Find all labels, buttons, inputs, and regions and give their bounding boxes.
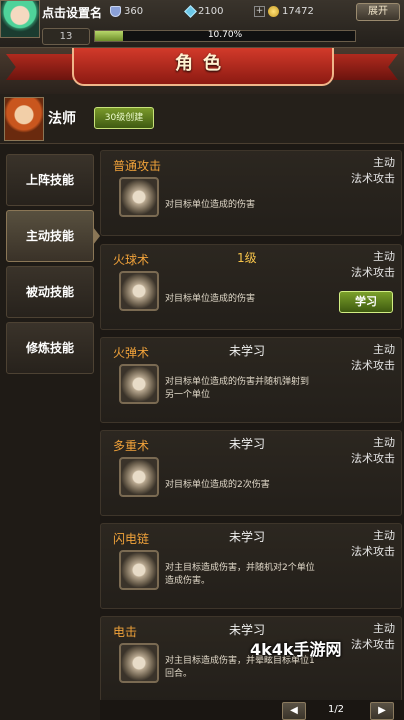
prev-page-button[interactable]: ◀ [282, 702, 306, 720]
top-status-bar: 点击设置名 360 2100 + 17472 展开 13 10.70% [0, 0, 404, 48]
skill-list[interactable]: 普通攻击 主动 法术攻击 对目标单位造成的伤害 火球术 1级 主动 法术攻击 对… [100, 144, 404, 720]
tab-label: 上阵技能 [25, 173, 74, 187]
skill-level: 1级 [237, 251, 257, 265]
skill-type-damage: 法术攻击 [351, 359, 395, 372]
skill-status: 未学习 [229, 530, 266, 544]
skill-type: 主动 法术攻击 [351, 435, 395, 467]
skill-category-tabs: 上阵技能 主动技能 被动技能 修炼技能 [0, 144, 100, 720]
skill-icon[interactable] [119, 177, 159, 217]
skill-name: 电击 [113, 625, 138, 639]
expand-button[interactable]: 展开 [356, 3, 400, 21]
skill-name: 火球术 [113, 253, 150, 267]
skill-description: 对目标单位造成的2次伤害 [165, 480, 270, 490]
banner-ribbon-right [328, 54, 398, 80]
skill-type-mode: 主动 [373, 250, 395, 263]
skill-type-damage: 法术攻击 [351, 545, 395, 558]
skill-card[interactable]: 普通攻击 主动 法术攻击 对目标单位造成的伤害 [100, 150, 402, 236]
add-coin-button[interactable]: + [254, 6, 265, 17]
skill-type-mode: 主动 [373, 436, 395, 449]
xp-text: 10.70% [207, 30, 243, 40]
skill-type-damage: 法术攻击 [351, 172, 395, 185]
skill-type-mode: 主动 [373, 156, 395, 169]
player-avatar[interactable] [0, 0, 40, 38]
coin-value: 17472 [282, 6, 314, 17]
skill-status: 未学习 [229, 437, 266, 451]
hero-class-name: 法师 [48, 111, 76, 127]
hero-row: 法师 30级创建 [0, 94, 404, 144]
skill-card[interactable]: 火球术 1级 主动 法术攻击 对目标单位造成的伤害 学习 [100, 244, 402, 330]
skill-name: 火弹术 [113, 346, 150, 360]
skill-type: 主动 法术攻击 [351, 528, 395, 560]
skill-card[interactable]: 多重术 未学习 主动 法术攻击 对目标单位造成的2次伤害 [100, 430, 402, 516]
tab-passive-skills[interactable]: 被动技能 [6, 266, 94, 318]
xp-bar: 10.70% [94, 30, 356, 42]
tab-active-skills[interactable]: 主动技能 [6, 210, 100, 262]
player-name[interactable]: 点击设置名 [42, 4, 102, 21]
skill-icon[interactable] [119, 550, 159, 590]
title-banner-area: 角色 [0, 48, 404, 94]
coin-resource: + 17472 [254, 6, 314, 17]
skill-name: 普通攻击 [113, 159, 162, 173]
player-level: 13 [42, 28, 90, 45]
tab-training-skills[interactable]: 修炼技能 [6, 322, 94, 374]
create-level-button[interactable]: 30级创建 [94, 107, 154, 129]
skill-card[interactable]: 火弹术 未学习 主动 法术攻击 对目标单位造成的伤害并随机弹射到另一个单位 [100, 337, 402, 423]
gem-value: 2100 [198, 6, 224, 17]
skill-icon[interactable] [119, 457, 159, 497]
pager-bar: ◀ 1/2 ▶ [100, 700, 404, 720]
page-indicator: 1/2 [327, 704, 345, 715]
hero-portrait[interactable] [4, 97, 44, 141]
skill-type: 主动 法术攻击 [351, 621, 395, 653]
skill-type-mode: 主动 [373, 622, 395, 635]
skill-card[interactable]: 闪电链 未学习 主动 法术攻击 对主目标造成伤害，并随机对2个单位造成伤害。 [100, 523, 402, 609]
skill-description: 对主目标造成伤害，并随机对2个单位造成伤害。 [165, 563, 315, 586]
tab-lineup-skills[interactable]: 上阵技能 [6, 154, 94, 206]
banner-ribbon-left [6, 54, 76, 80]
gem-resource: 2100 [184, 5, 224, 18]
skill-type: 主动 法术攻击 [351, 155, 395, 187]
page-title: 角色 [72, 48, 334, 86]
skill-status: 未学习 [229, 344, 266, 358]
site-watermark: 4k4k手游网 [250, 640, 342, 659]
skill-name: 多重术 [113, 439, 150, 453]
skill-type-damage: 法术攻击 [351, 266, 395, 279]
skill-icon[interactable] [119, 271, 159, 311]
coin-icon [268, 6, 279, 17]
shield-resource: 360 [110, 6, 143, 17]
learn-skill-button[interactable]: 学习 [339, 291, 393, 313]
gem-icon [184, 5, 197, 18]
skill-description: 对目标单位造成的伤害 [165, 200, 256, 210]
skill-type-mode: 主动 [373, 529, 395, 542]
next-page-button[interactable]: ▶ [370, 702, 394, 720]
tab-selected-arrow-icon [93, 227, 100, 245]
skill-description: 对目标单位造成的伤害 [165, 294, 256, 304]
skill-type-damage: 法术攻击 [351, 638, 395, 651]
skill-name: 闪电链 [113, 532, 150, 546]
skill-icon[interactable] [119, 364, 159, 404]
shield-value: 360 [124, 6, 144, 17]
skill-type: 主动 法术攻击 [351, 342, 395, 374]
skill-icon[interactable] [119, 643, 159, 683]
skill-description: 对目标单位造成的伤害并随机弹射到另一个单位 [165, 377, 310, 400]
skill-type: 主动 法术攻击 [351, 249, 395, 281]
shield-icon [110, 6, 121, 17]
tab-label: 修炼技能 [25, 341, 74, 355]
skill-type-mode: 主动 [373, 343, 395, 356]
skill-type-damage: 法术攻击 [351, 452, 395, 465]
tab-label: 主动技能 [25, 229, 74, 243]
tab-label: 被动技能 [25, 285, 74, 299]
